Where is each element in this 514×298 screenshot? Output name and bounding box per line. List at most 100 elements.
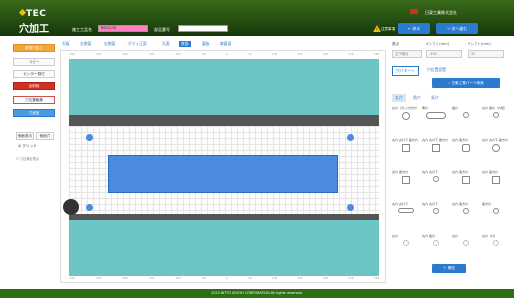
subtab-square[interactable]: 角穴 [410,94,424,102]
tab-top[interactable]: 天板 [62,41,70,47]
shape-item[interactable]: 丸穴 丸穴下 [422,202,452,226]
tab-body-front[interactable]: ボディ正面 [128,41,147,47]
tab-top-face[interactable]: 天面 [162,41,170,47]
slot-hole-icon [426,112,446,119]
round-hole-icon [463,240,469,246]
shape-item[interactable]: 丸穴 丸穴下 長方穴 [422,138,452,162]
shape-item[interactable]: 角穴 [422,106,452,130]
checkbox-empty-icon: ☐ [16,157,19,161]
field2-label: 部品番号 [154,27,170,32]
square-hole-icon [462,176,470,184]
ruler-top: -300 -250 -200 -150 -100 -50 0 50 100 150 200 250 30… [69,53,379,56]
back-arrow-icon: ← [407,26,412,31]
flange-top [69,59,379,115]
hole-rectangle[interactable] [108,155,338,193]
subtab-slot[interactable]: 長穴 [428,94,442,102]
corner-hole[interactable] [86,204,93,211]
round-hole-icon [403,240,409,246]
tab-right-side[interactable]: 右側面 [104,41,115,47]
drawing-canvas[interactable]: -300 -250 -200 -150 -100 -50 0 50 100 150 200 250 30… [60,50,386,283]
shape-item[interactable]: 丸穴（ガック付穴） [392,106,422,130]
square-hole-icon [402,176,410,184]
add-hole-button[interactable]: 穴追加 [13,109,55,117]
subtab-round[interactable]: 丸穴 [392,94,406,102]
parts-search-button[interactable]: ⌕ 日東工業パーツ検索 [432,78,500,88]
tab-door-back[interactable]: 扉裏面 [220,41,231,47]
shape-item[interactable]: 丸穴 長方穴 [392,170,422,194]
corp-logo-icon [410,9,418,14]
round-hole-icon [463,112,469,118]
side-view-button[interactable]: 側面表示 [16,132,34,140]
round-hole-icon [433,240,439,246]
warning-icon: ! [373,25,381,32]
round-hole-icon [433,176,439,182]
shape-item[interactable]: 丸穴 丸穴下 [422,170,452,194]
round-hole-icon [492,144,500,152]
shape-item[interactable]: 長穴 [452,106,482,130]
tab-back[interactable]: 裏板 [202,41,210,47]
corner-hole[interactable] [347,204,354,211]
edit-position-button[interactable]: 穴位置編集 [13,96,55,104]
x-shift-input[interactable]: -333 [426,50,462,58]
round-hole-icon [493,240,499,246]
sidebar: 新規穴加工 コピー センター割付 全削除 穴位置編集 穴追加 側面表示 側面穴 … [0,36,58,288]
show-position-checkbox[interactable]: ☐ 穴位置を表示 [16,156,39,161]
shape-item[interactable]: 丸穴 丸穴下 長方穴 [392,138,422,162]
svg-text:!: ! [376,27,378,32]
shape-item[interactable]: 長方穴 [482,202,512,226]
center-layout-button[interactable]: センター割付 [13,70,55,78]
ruler-bottom: -300 -250 -200 -150 -100 -50 0 50 100 150 200 250 30… [69,277,379,280]
delete-all-button[interactable]: 全削除 [13,82,55,90]
flange-bottom [69,220,379,276]
shape-item[interactable]: 丸穴（穴） [482,234,512,258]
tab-hole-pattern[interactable]: 穴パターン [392,66,419,76]
shape-item[interactable]: 丸穴 長方穴 [452,202,482,226]
base-label: 基点 [392,42,400,46]
logo-big: 穴加工 [19,24,49,35]
copy-button[interactable]: コピー [13,58,55,66]
tab-bottom[interactable]: 底面 [179,41,191,47]
confirm-button[interactable]: ＋ 確定 [432,264,466,273]
tab-left-side[interactable]: 左側面 [80,41,91,47]
shape-item[interactable]: 丸穴 [452,234,482,258]
shape-item[interactable]: 丸穴 長穴 [422,234,452,258]
field2-input[interactable] [178,25,228,32]
back-button[interactable]: ← 戻る [398,23,430,34]
warning-text[interactable]: 注意事項 [381,27,395,32]
shape-item[interactable]: 丸穴 長穴（穴径） [482,106,512,130]
grid-checkbox[interactable]: ☑ グリッド [18,144,37,149]
slot-hole-icon [398,208,414,213]
corner-hole[interactable] [347,134,354,141]
frame-band-top [69,115,379,126]
new-hole-button[interactable]: 新規穴加工 [13,44,55,52]
y-shift-label: Yシフト(mm) [468,42,491,46]
y-shift-input[interactable]: 37 [468,50,504,58]
field1-label: 施工工品名 [72,27,92,32]
footer: 2023 NITTO KOGYO CORPORATION All rights … [0,289,514,298]
shape-item[interactable]: 丸穴 [392,234,422,258]
base-select[interactable]: 左下基点 [392,50,422,58]
side-hole-button[interactable]: 側面穴 [36,132,54,140]
shape-item[interactable]: 丸穴 丸穴下 [392,202,422,226]
app-header: TEC 穴加工 施工工品名 B620-06 部品番号 日東工業株式会社 ! 注意… [0,0,514,36]
face-tabs: 天板 左側面 右側面 ボディ正面 天面 底面 裏板 扉裏面 [60,40,386,49]
square-hole-icon [432,144,440,152]
next-button[interactable]: → 次へ進む [436,23,478,34]
next-arrow-icon: → [446,26,451,31]
corner-hole[interactable] [86,134,93,141]
search-icon: ⌕ [448,81,451,85]
field1-input[interactable]: B620-06 [98,25,148,32]
shape-item[interactable]: 丸穴 丸穴下 長方穴 [482,138,512,162]
shape-item[interactable]: 丸穴 長方穴 [452,138,482,162]
right-panel: 基点 Xシフト(mm) Yシフト(mm) 左下基点 -333 37 穴パターン … [388,36,514,288]
plus-icon: ＋ [443,266,447,270]
shape-item[interactable]: 丸穴 長方穴 [482,170,512,194]
round-hole-icon [493,112,499,118]
shape-item[interactable]: 丸穴 長方穴 [452,170,482,194]
tab-hole-position[interactable]: 穴位置設置 [424,66,449,74]
corner-block [63,199,79,215]
square-hole-icon [462,144,470,152]
checkbox-checked-icon: ☑ [18,144,22,148]
x-shift-label: Xシフト(mm) [426,42,450,46]
square-hole-icon [402,144,410,152]
